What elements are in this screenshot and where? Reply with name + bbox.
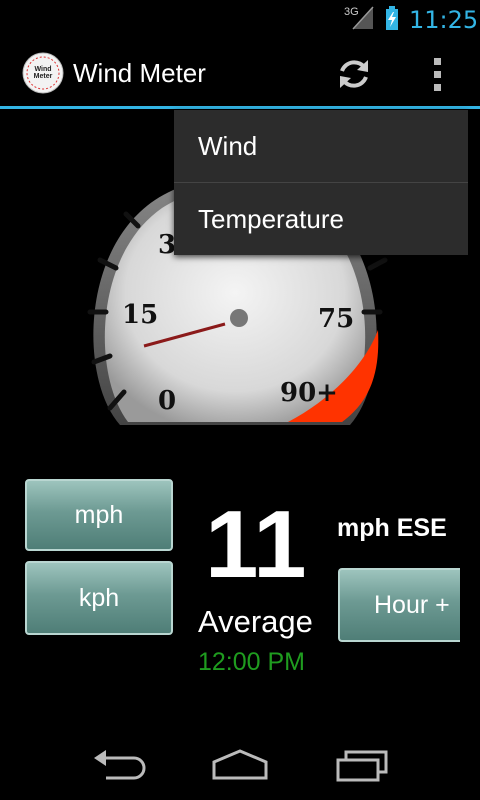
back-icon[interactable] <box>92 748 148 782</box>
speed-value: 11 <box>205 491 307 598</box>
action-bar: Wind Meter Wind Meter <box>0 38 480 109</box>
kph-button[interactable]: kph <box>25 561 173 635</box>
gauge-label-90-plus: 90+ <box>280 378 338 408</box>
app-icon-text-line1: Wind <box>34 66 51 73</box>
refresh-icon[interactable] <box>334 54 374 94</box>
reading-mode-label: Average <box>198 604 313 639</box>
status-bar: 3G 11:25 <box>0 0 480 38</box>
gauge-label-75: 75 <box>318 304 355 334</box>
mph-button[interactable]: mph <box>25 479 173 551</box>
overflow-dot <box>433 57 441 65</box>
app-title: Wind Meter <box>73 58 206 88</box>
speed-unit-direction: mph ESE <box>337 514 447 542</box>
menu-item-temperature[interactable]: Temperature <box>174 183 468 255</box>
reading-time: 12:00 PM <box>198 648 306 676</box>
overflow-menu-icon[interactable] <box>420 52 454 96</box>
overflow-dot <box>433 83 441 91</box>
wind-meter-app-icon[interactable]: Wind Meter <box>22 52 64 94</box>
gauge-label-0: 0 <box>158 386 177 416</box>
home-icon[interactable] <box>210 748 270 782</box>
overflow-dot <box>433 70 441 78</box>
recent-apps-icon[interactable] <box>334 746 390 782</box>
hour-plus-button[interactable]: Hour + <box>338 568 460 642</box>
signal-icon <box>352 6 374 30</box>
gauge-label-15: 15 <box>122 300 159 330</box>
system-nav-bar <box>0 720 480 800</box>
app-icon-text-line2: Meter <box>34 73 53 80</box>
gauge-needle-hub <box>230 309 248 327</box>
battery-charging-icon <box>386 6 398 30</box>
clock: 11:25 <box>409 6 479 34</box>
menu-item-wind[interactable]: Wind <box>174 110 468 182</box>
overflow-dropdown-menu: Wind Temperature <box>174 110 468 255</box>
